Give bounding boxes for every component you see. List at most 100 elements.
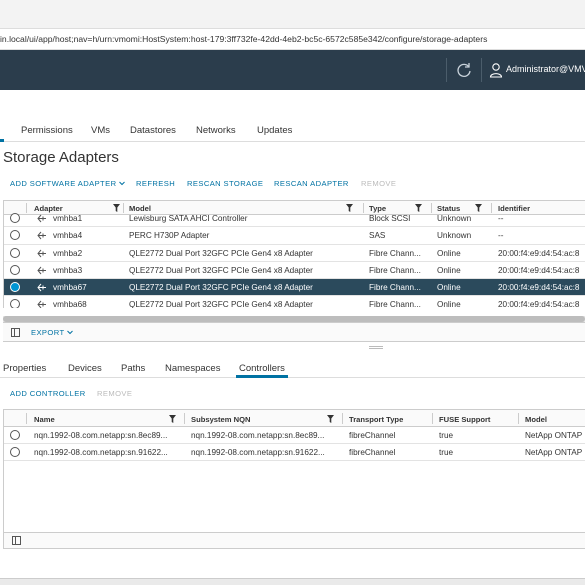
detail-tabs: Properties Devices Paths Namespaces Cont… bbox=[0, 360, 585, 378]
tab-namespaces[interactable]: Namespaces bbox=[165, 363, 220, 374]
column-toggle-icon[interactable] bbox=[11, 328, 20, 337]
adapter-icon bbox=[37, 301, 46, 308]
grid-body: nqn.1992-08.com.netapp:sn.8ec89... nqn.19… bbox=[4, 427, 585, 461]
adapter-icon bbox=[37, 266, 46, 275]
tab-paths[interactable]: Paths bbox=[121, 363, 145, 374]
export-button[interactable]: EXPORT bbox=[31, 328, 73, 337]
cell-type: Fibre Chann... bbox=[369, 248, 421, 258]
cell-type: Fibre Chann... bbox=[369, 265, 421, 275]
cell-model: QLE2772 Dual Port 32GFC PCIe Gen4 x8 Ada… bbox=[129, 300, 313, 308]
tab-networks[interactable]: Networks bbox=[196, 125, 236, 136]
rescan-adapter-button[interactable]: RESCAN ADAPTER bbox=[274, 179, 349, 188]
app-header: Administrator@VMV bbox=[0, 50, 585, 90]
table-row[interactable]: nqn.1992-08.com.netapp:sn.8ec89... nqn.19… bbox=[4, 427, 585, 444]
tab-vms[interactable]: VMs bbox=[91, 125, 110, 136]
filter-icon[interactable] bbox=[169, 415, 176, 423]
grid-footer bbox=[3, 533, 585, 549]
cell-adapter: vmhba1 bbox=[53, 214, 83, 223]
tab-properties[interactable]: Properties bbox=[3, 363, 46, 374]
header-divider bbox=[446, 58, 447, 82]
cell-fuse-support: true bbox=[439, 431, 454, 440]
cell-adapter: vmhba3 bbox=[53, 265, 83, 275]
row-select-radio[interactable] bbox=[10, 213, 20, 223]
adapter-icon bbox=[37, 231, 46, 240]
refresh-button[interactable]: REFRESH bbox=[136, 179, 175, 188]
table-row[interactable]: nqn.1992-08.com.netapp:sn.91622... nqn.19… bbox=[4, 444, 585, 461]
adapters-grid: Adapter Model Type Status Identifier vmh… bbox=[3, 200, 585, 308]
cell-adapter: vmhba2 bbox=[53, 248, 83, 258]
filter-icon[interactable] bbox=[327, 415, 334, 423]
column-divider bbox=[184, 413, 185, 424]
row-select-radio[interactable] bbox=[10, 430, 20, 440]
column-header-name[interactable]: Name bbox=[34, 415, 55, 424]
column-divider bbox=[342, 413, 343, 424]
cell-model: NetApp ONTAP bbox=[525, 448, 583, 457]
column-header-fuse-support[interactable]: FUSE Support bbox=[439, 415, 490, 424]
cell-model: NetApp ONTAP bbox=[525, 431, 583, 440]
column-header-transport-type[interactable]: Transport Type bbox=[349, 415, 403, 424]
user-menu[interactable]: Administrator@VMV bbox=[506, 64, 585, 74]
remove-button[interactable]: REMOVE bbox=[361, 179, 396, 188]
cell-identifier: -- bbox=[498, 214, 504, 223]
cell-subsystem-nqn: nqn.1992-08.com.netapp:sn.91622... bbox=[191, 448, 325, 457]
active-tab-indicator bbox=[0, 139, 4, 142]
cell-identifier: -- bbox=[498, 231, 504, 241]
cell-status: Online bbox=[437, 300, 461, 308]
column-header-subsystem-nqn[interactable]: Subsystem NQN bbox=[191, 415, 251, 424]
row-select-radio[interactable] bbox=[10, 230, 20, 241]
cell-type: Fibre Chann... bbox=[369, 283, 421, 293]
header-divider bbox=[481, 58, 482, 82]
column-divider bbox=[518, 413, 519, 424]
tab-updates[interactable]: Updates bbox=[257, 125, 292, 136]
row-select-radio[interactable] bbox=[10, 247, 20, 258]
table-row[interactable]: vmhba4 PERC H730P Adapter SAS Unknown -- bbox=[4, 227, 585, 245]
browser-tab-strip bbox=[0, 0, 585, 28]
column-header-model[interactable]: Model bbox=[525, 415, 547, 424]
cell-transport-type: fibreChannel bbox=[349, 431, 396, 440]
cell-model: QLE2772 Dual Port 32GFC PCIe Gen4 x8 Ada… bbox=[129, 265, 313, 275]
add-software-adapter-button[interactable]: ADD SOFTWARE ADAPTER bbox=[10, 179, 125, 188]
refresh-icon[interactable] bbox=[455, 61, 473, 79]
cell-status: Unknown bbox=[437, 231, 472, 241]
address-bar[interactable]: in.local/ui/app/host;nav=h/urn:vmomi:Hos… bbox=[0, 28, 585, 50]
adapter-icon bbox=[37, 283, 46, 292]
cell-type: SAS bbox=[369, 231, 386, 241]
user-icon[interactable] bbox=[489, 62, 503, 78]
cell-identifier: 20:00:f4:e9:d4:54:ac:8 bbox=[498, 300, 580, 308]
add-controller-button[interactable]: ADD CONTROLLER bbox=[10, 389, 86, 398]
table-row[interactable]: vmhba2 QLE2772 Dual Port 32GFC PCIe Gen4 … bbox=[4, 245, 585, 262]
row-select-radio[interactable] bbox=[10, 282, 20, 293]
table-row[interactable]: vmhba1 Lewisburg SATA AHCI Controller Bloc… bbox=[4, 210, 585, 228]
rescan-storage-button[interactable]: RESCAN STORAGE bbox=[187, 179, 263, 188]
cell-model: QLE2772 Dual Port 32GFC PCIe Gen4 x8 Ada… bbox=[129, 248, 313, 258]
object-tabs: Permissions VMs Datastores Networks Upda… bbox=[0, 120, 585, 142]
cell-name: nqn.1992-08.com.netapp:sn.91622... bbox=[34, 448, 168, 457]
cell-adapter: vmhba67 bbox=[53, 283, 87, 293]
row-select-radio[interactable] bbox=[10, 264, 20, 275]
cell-identifier: 20:00:f4:e9:d4:54:ac:8 bbox=[498, 283, 580, 293]
cell-model: QLE2772 Dual Port 32GFC PCIe Gen4 x8 Ada… bbox=[129, 283, 313, 293]
pane-resize-handle[interactable] bbox=[369, 346, 383, 349]
cell-identifier: 20:00:f4:e9:d4:54:ac:8 bbox=[498, 265, 580, 275]
cell-adapter: vmhba68 bbox=[53, 300, 87, 308]
chevron-down-icon bbox=[67, 330, 73, 335]
tab-controllers[interactable]: Controllers bbox=[239, 363, 285, 374]
table-row[interactable]: vmhba67 QLE2772 Dual Port 32GFC PCIe Gen4… bbox=[4, 279, 585, 297]
tab-devices[interactable]: Devices bbox=[68, 363, 102, 374]
remove-controller-button[interactable]: REMOVE bbox=[97, 389, 132, 398]
grid-body: vmhba1 Lewisburg SATA AHCI Controller Bloc… bbox=[4, 210, 585, 308]
table-row[interactable]: vmhba68 QLE2772 Dual Port 32GFC PCIe Gen4… bbox=[4, 296, 585, 308]
page-title: Storage Adapters bbox=[3, 149, 119, 166]
cell-name: nqn.1992-08.com.netapp:sn.8ec89... bbox=[34, 431, 168, 440]
row-select-radio[interactable] bbox=[10, 299, 20, 308]
tab-permissions[interactable]: Permissions bbox=[21, 125, 73, 136]
controllers-grid: Name Subsystem NQN Transport Type FUSE S… bbox=[3, 409, 585, 533]
adapter-icon bbox=[37, 249, 46, 257]
column-toggle-icon[interactable] bbox=[12, 536, 21, 545]
cell-fuse-support: true bbox=[439, 448, 454, 457]
cell-adapter: vmhba4 bbox=[53, 231, 83, 241]
tab-datastores[interactable]: Datastores bbox=[130, 125, 176, 136]
row-select-radio[interactable] bbox=[10, 447, 20, 457]
table-row[interactable]: vmhba3 QLE2772 Dual Port 32GFC PCIe Gen4 … bbox=[4, 262, 585, 280]
cell-type: Fibre Chann... bbox=[369, 300, 421, 308]
